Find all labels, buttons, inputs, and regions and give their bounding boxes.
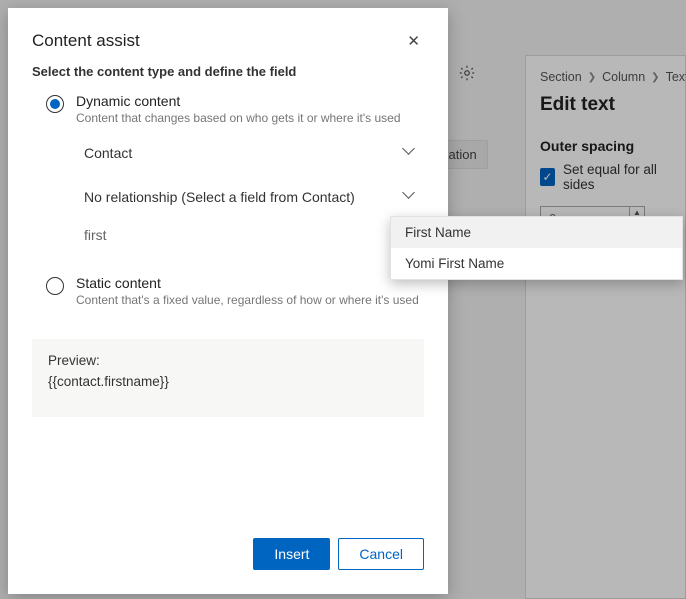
radio-static-desc: Content that's a fixed value, regardless… [76,293,419,307]
cancel-button[interactable]: Cancel [338,538,424,570]
radio-dynamic[interactable] [46,95,64,113]
preview-value: {{contact.firstname}} [48,374,408,389]
insert-button[interactable]: Insert [253,538,330,570]
dialog-title: Content assist [32,31,140,51]
preview-box: Preview: {{contact.firstname}} [32,339,424,417]
relationship-select-value: No relationship (Select a field from Con… [84,189,355,205]
chevron-down-icon [404,190,418,204]
radio-static[interactable] [46,277,64,295]
field-input[interactable]: first [84,227,418,243]
radio-dynamic-desc: Content that changes based on who gets i… [76,111,401,125]
close-icon[interactable]: ✕ [403,28,424,54]
radio-static-row: Static content Content that's a fixed va… [8,275,448,307]
dialog-subtitle: Select the content type and define the f… [8,62,448,93]
chevron-down-icon [404,146,418,160]
entity-select-value: Contact [84,145,132,161]
relationship-select[interactable]: No relationship (Select a field from Con… [84,189,418,205]
radio-dynamic-row: Dynamic content Content that changes bas… [8,93,448,125]
autocomplete-item[interactable]: First Name [391,217,682,248]
radio-static-label: Static content [76,275,419,291]
autocomplete-item[interactable]: Yomi First Name [391,248,682,279]
content-assist-dialog: Content assist ✕ Select the content type… [8,8,448,594]
autocomplete-flyout: First Name Yomi First Name [390,216,683,280]
preview-label: Preview: [48,353,408,368]
entity-select[interactable]: Contact [84,145,418,161]
radio-dynamic-label: Dynamic content [76,93,401,109]
